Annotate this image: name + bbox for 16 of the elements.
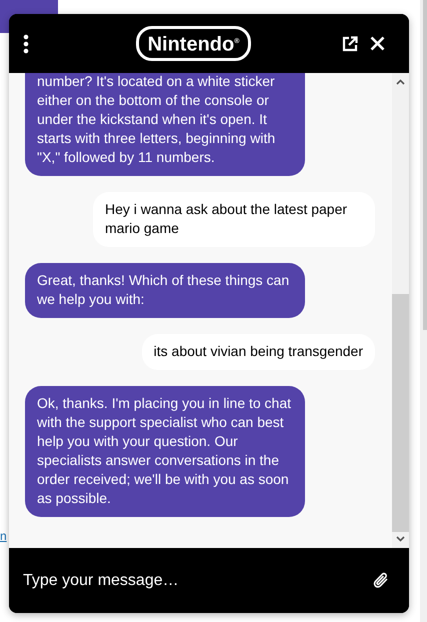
chat-message: Great, thanks! Which of these things can we help you with: xyxy=(25,263,305,318)
scroll-down-icon[interactable] xyxy=(396,536,405,542)
page-link[interactable]: n xyxy=(0,529,7,543)
chat-message: number? It's located on a white sticker either on the bottom of the console or under the kickstand when it's open. It starts with three letters, beginning with "X," followed by 11 numbers. xyxy=(25,73,305,176)
external-link-icon[interactable] xyxy=(342,36,358,52)
scrollbar[interactable] xyxy=(392,73,409,548)
message-input[interactable]: Type your message… xyxy=(23,572,373,590)
logo: Nintendo$^{®}$ xyxy=(136,26,252,61)
page-scrollbar[interactable] xyxy=(420,0,427,622)
paperclip-icon[interactable] xyxy=(373,571,389,590)
chat-message: its about vivian being transgender xyxy=(142,334,375,370)
menu-icon[interactable] xyxy=(23,34,29,54)
close-icon[interactable] xyxy=(370,36,385,51)
chat-message: Hey i wanna ask about the latest paper mario game xyxy=(93,192,375,247)
scroll-up-icon[interactable] xyxy=(396,79,405,85)
chat-message: Ok, thanks. I'm placing you in line to chat with the support specialist who can best help you with your question. Our specialists answer conversations in the order received; we'll be with you as soon as possible. xyxy=(25,386,305,517)
